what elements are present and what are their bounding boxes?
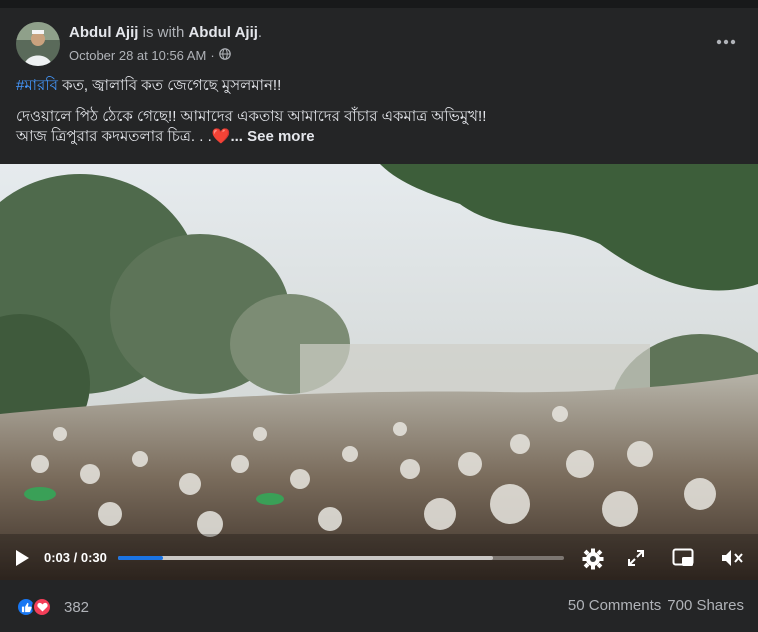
progress-played: [118, 556, 163, 560]
period-text: .: [257, 24, 263, 41]
more-horizontal-icon: [716, 39, 736, 45]
with-text: is with: [142, 24, 185, 41]
shares-link[interactable]: 700 Shares: [667, 597, 744, 614]
line3-text: আজ ত্রিপুরার কদমতলার চিত্র. . .: [16, 128, 212, 145]
settings-button[interactable]: [580, 546, 606, 572]
reaction-count: 382: [64, 598, 90, 616]
line1-text: কত, জ্বালাবি কত জেগেছে মুসলমান!!: [57, 77, 282, 94]
time-display: 0:03 / 0:30: [44, 550, 107, 565]
author-avatar[interactable]: [16, 22, 60, 66]
post-meta: October 28 at 10:56 AM ·: [69, 48, 231, 63]
settings-icon: [582, 548, 604, 570]
engagement-stats: 50 Comments 700 Shares: [568, 597, 744, 614]
progress-buffered: [118, 556, 493, 560]
post-header: Abdul Ajij is with Abdul Ajij. October 2…: [16, 20, 742, 66]
author-line: Abdul Ajij is with Abdul Ajij.: [69, 24, 262, 41]
globe-icon[interactable]: [218, 48, 231, 63]
current-time: 0:03: [44, 550, 71, 565]
video-frame: [0, 164, 758, 580]
hashtag-link[interactable]: #মারবি: [16, 77, 58, 94]
feed-post: Abdul Ajij is with Abdul Ajij. October 2…: [0, 8, 758, 632]
heart-emoji: ❤️: [211, 128, 231, 145]
meta-separator: ·: [210, 48, 215, 63]
fullscreen-icon: [628, 550, 644, 566]
post-footer: 382 50 Comments 700 Shares: [16, 591, 744, 621]
post-text: #মারবি কত, জ্বালাবি কত জেগেছে মুসলমান!! …: [16, 76, 742, 158]
post-text-line-3: আজ ত্রিপুরার কদমতলার চিত্র. . .❤️... See…: [16, 127, 742, 147]
video-player[interactable]: 0:03 / 0:30: [0, 164, 758, 580]
post-text-line-1: #মারবি কত, জ্বালাবি কত জেগেছে মুসলমান!!: [16, 76, 742, 96]
comments-link[interactable]: 50 Comments: [568, 597, 661, 614]
progress-bar[interactable]: [118, 556, 564, 560]
tagged-name-link[interactable]: Abdul Ajij: [188, 24, 257, 41]
play-button[interactable]: [10, 546, 34, 570]
post-text-line-2: দেওয়ালে পিঠ ঠেকে গেছে!! আমাদের একতায় আ…: [16, 108, 487, 125]
author-name-link[interactable]: Abdul Ajij: [69, 24, 138, 41]
volume-button[interactable]: [718, 546, 746, 570]
see-more-link[interactable]: ... See more: [230, 128, 314, 145]
pip-button[interactable]: [670, 546, 696, 570]
fullscreen-button[interactable]: [624, 546, 648, 570]
more-options-button[interactable]: [710, 26, 742, 58]
play-icon: [16, 550, 29, 566]
duration: 0:30: [80, 550, 107, 565]
love-reaction-icon: [32, 597, 52, 617]
time-separator: /: [70, 550, 81, 565]
volume-muted-icon: [722, 550, 743, 566]
picture-in-picture-icon: [672, 548, 694, 566]
video-controls: 0:03 / 0:30: [0, 536, 758, 580]
reactions-summary[interactable]: 382: [16, 597, 89, 617]
post-timestamp-link[interactable]: October 28 at 10:56 AM: [69, 48, 206, 63]
